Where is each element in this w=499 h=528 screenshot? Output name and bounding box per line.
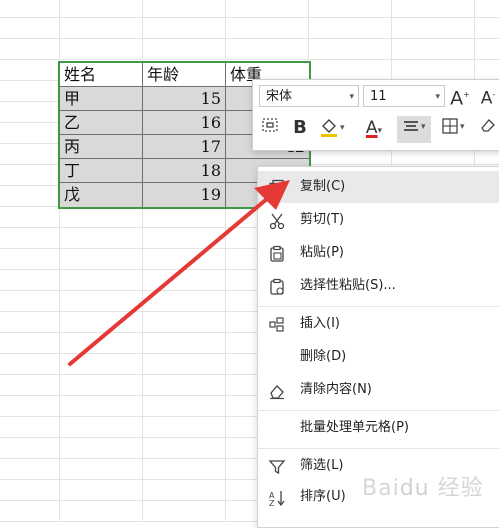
menu-item-copy[interactable]: 复制(C) — [258, 171, 499, 203]
cell-name[interactable]: 甲 — [60, 87, 143, 111]
insert-icon — [268, 315, 286, 333]
align-center-button[interactable]: ▾ — [397, 116, 431, 143]
font-name-value: 宋体 — [266, 89, 293, 104]
cell-age[interactable]: 19 — [143, 183, 226, 207]
sort-icon: AZ — [268, 488, 286, 508]
menu-item-label: 插入(I) — [300, 316, 340, 331]
menu-item-label: 排序(U) — [300, 489, 346, 504]
menu-item-label: 剪切(T) — [300, 212, 345, 227]
menu-separator — [258, 306, 499, 307]
font-size-select[interactable]: 11 ▾ — [363, 85, 445, 107]
font-shrink-button[interactable]: A- — [477, 83, 499, 111]
bold-button[interactable]: B — [289, 116, 311, 140]
menu-item-paste-special[interactable]: 选择性粘贴(S)... — [258, 270, 499, 302]
filter-icon — [268, 457, 286, 475]
svg-text:▾: ▾ — [340, 123, 345, 133]
watermark-logo: Baidu 经验 — [362, 476, 484, 501]
font-grow-button[interactable]: A+ — [449, 83, 471, 110]
format-painter-icon[interactable] — [259, 116, 281, 141]
cell-age[interactable]: 18 — [143, 159, 226, 183]
chevron-down-icon: ▾ — [435, 92, 440, 102]
menu-item-clear-contents[interactable]: 清除内容(N) — [258, 374, 499, 406]
cell-age[interactable]: 17 — [143, 135, 226, 159]
menu-item-label: 选择性粘贴(S)... — [300, 278, 396, 293]
svg-text:▾: ▾ — [460, 122, 465, 132]
menu-separator — [258, 448, 499, 449]
mini-toolbar: 宋体 ▾ 11 ▾ A+ A- B ▾ A▾ ▾ ▾ — [252, 79, 499, 151]
eraser-icon[interactable] — [477, 116, 499, 141]
menu-item-label: 复制(C) — [300, 179, 346, 194]
cell-name[interactable]: 戊 — [60, 183, 143, 207]
font-size-value: 11 — [370, 89, 387, 104]
menu-item-paste[interactable]: 粘贴(P) — [258, 237, 499, 269]
header-cell-age[interactable]: 年龄 — [143, 63, 226, 87]
menu-item-label: 清除内容(N) — [300, 382, 372, 397]
copy-icon — [268, 178, 286, 197]
menu-item-label: 筛选(L) — [300, 458, 344, 473]
cell-name[interactable]: 丁 — [60, 159, 143, 183]
eraser-icon — [268, 381, 286, 400]
menu-item-label: 粘贴(P) — [300, 245, 344, 260]
bold-label: B — [293, 117, 307, 138]
svg-text:Z: Z — [269, 499, 275, 507]
menu-item-batch-process[interactable]: 批量处理单元格(P) — [258, 412, 499, 444]
borders-button[interactable]: ▾ — [437, 116, 471, 143]
paste-special-icon — [268, 277, 286, 295]
menu-item-cut[interactable]: 剪切(T) — [258, 204, 499, 236]
cell-age[interactable]: 15 — [143, 87, 226, 111]
font-shrink-label: A — [480, 88, 493, 109]
svg-text:▾: ▾ — [421, 122, 426, 132]
menu-item-insert[interactable]: 插入(I) — [258, 308, 499, 340]
menu-item-label: 删除(D) — [300, 349, 347, 364]
header-cell-name[interactable]: 姓名 — [60, 63, 143, 87]
font-grow-label: A — [450, 87, 464, 110]
cell-name[interactable]: 丙 — [60, 135, 143, 159]
cell-age[interactable]: 16 — [143, 111, 226, 135]
cell-name[interactable]: 乙 — [60, 111, 143, 135]
cut-icon — [268, 211, 286, 230]
font-name-select[interactable]: 宋体 ▾ — [259, 85, 359, 107]
menu-separator — [258, 410, 499, 411]
fill-color-button[interactable]: ▾ — [317, 116, 351, 145]
menu-item-delete[interactable]: 删除(D) — [258, 341, 499, 373]
font-color-label: A — [365, 118, 378, 138]
font-color-button[interactable]: A▾ — [357, 116, 391, 143]
paste-icon — [268, 244, 286, 262]
chevron-down-icon: ▾ — [349, 92, 354, 102]
menu-item-label: 批量处理单元格(P) — [300, 420, 409, 435]
